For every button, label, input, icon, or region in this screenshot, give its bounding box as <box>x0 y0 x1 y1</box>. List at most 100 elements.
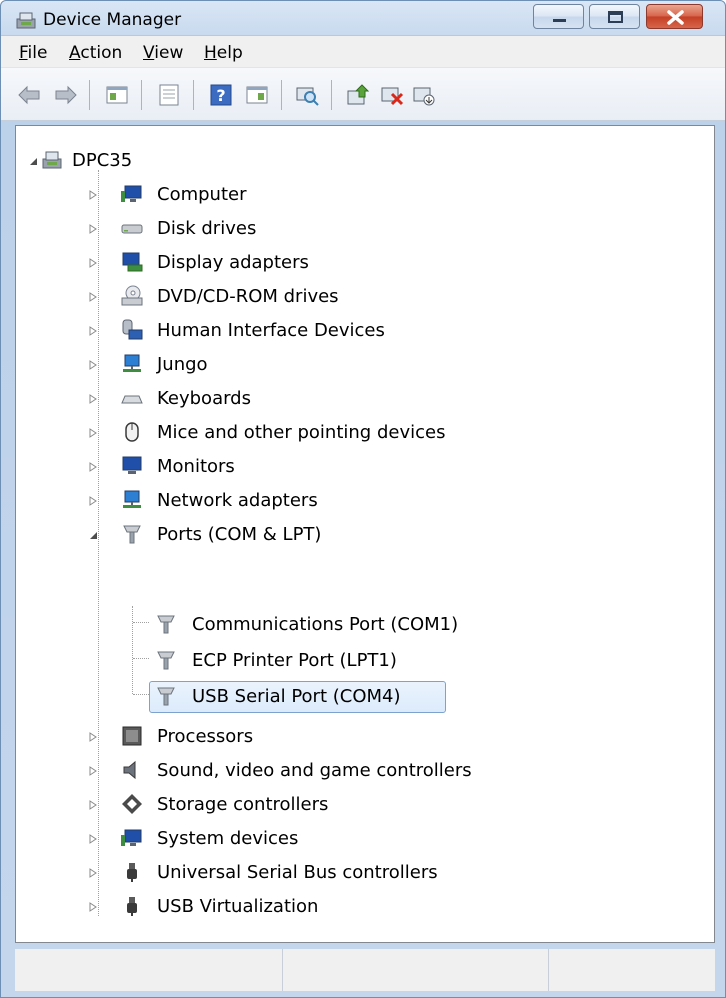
tree-root-label: DPC35 <box>72 150 133 171</box>
expand-arrow-icon[interactable] <box>88 800 98 810</box>
usb-plug-icon <box>127 897 137 916</box>
forward-icon[interactable] <box>53 82 79 108</box>
tree-item-label: Disk drives <box>157 218 257 239</box>
expand-arrow-icon[interactable] <box>88 496 98 506</box>
menu-help[interactable]: Help <box>204 43 243 63</box>
tree-item-keyboards[interactable]: Keyboards <box>16 382 706 416</box>
tree-item-label: Network adapters <box>157 490 318 511</box>
usb-plug-icon <box>127 863 137 882</box>
tree-item-label: Storage controllers <box>157 794 329 815</box>
speaker-icon <box>123 760 136 780</box>
tree-item-communications-port[interactable]: Communications Port (COM1) <box>16 608 706 642</box>
tree-item-dvd-cd-rom-drives[interactable]: DVD/CD-ROM drives <box>16 280 706 314</box>
status-bar <box>15 949 715 991</box>
svg-text:?: ? <box>216 86 225 105</box>
expand-arrow-icon[interactable] <box>88 732 98 742</box>
minimize-button[interactable] <box>533 4 584 29</box>
device-manager-icon <box>16 12 36 29</box>
processor-icon <box>122 726 142 746</box>
port-icon <box>157 687 175 706</box>
tree-item-label: USB Serial Port (COM4) <box>192 686 401 707</box>
computer-icon <box>121 185 142 202</box>
tree-item-mice[interactable]: Mice and other pointing devices <box>16 416 706 450</box>
keyboard-icon <box>121 395 143 404</box>
show-hide-console-tree-icon[interactable] <box>104 82 130 108</box>
tree-item-label: USB Virtualization <box>157 896 319 917</box>
tree-item-sound-video-game[interactable]: Sound, video and game controllers <box>16 754 706 788</box>
tree-item-jungo[interactable]: Jungo <box>16 348 706 382</box>
expand-arrow-icon[interactable] <box>88 292 98 302</box>
network-device-icon <box>123 354 141 372</box>
expand-arrow-icon[interactable] <box>88 834 98 844</box>
status-cell-2 <box>283 949 549 991</box>
expand-arrow-icon[interactable] <box>88 224 98 234</box>
device-manager-window: Device Manager File Action View Help ? D… <box>0 0 726 998</box>
tree-item-ports[interactable]: Ports (COM & LPT) <box>16 518 706 552</box>
tree-item-usb-virtualization[interactable]: USB Virtualization <box>16 890 706 924</box>
tree-item-system-devices[interactable]: System devices <box>16 822 706 856</box>
tree-item-usb-controllers[interactable]: Universal Serial Bus controllers <box>16 856 706 890</box>
expand-arrow-icon[interactable] <box>88 326 98 336</box>
tree-item-display-adapters[interactable]: Display adapters <box>16 246 706 280</box>
title-bar[interactable]: Device Manager <box>1 1 725 35</box>
back-icon[interactable] <box>16 82 42 108</box>
expand-arrow-icon[interactable] <box>88 902 98 912</box>
tree-item-label: Processors <box>157 726 254 747</box>
tree-item-usb-serial-port[interactable]: USB Serial Port (COM4) <box>16 680 706 714</box>
tree-item-human-interface-devices[interactable]: Human Interface Devices <box>16 314 706 348</box>
disk-drive-icon <box>121 224 143 234</box>
menu-file[interactable]: File <box>19 43 47 63</box>
expand-arrow-icon[interactable] <box>88 360 98 370</box>
collapse-arrow-icon[interactable] <box>28 156 38 166</box>
update-driver-icon[interactable] <box>345 82 371 108</box>
expand-arrow-icon[interactable] <box>88 868 98 878</box>
properties-icon[interactable] <box>156 82 182 108</box>
tree-item-processors[interactable]: Processors <box>16 720 706 754</box>
network-adapter-icon <box>123 490 141 508</box>
port-icon <box>123 525 141 544</box>
tree-item-computer[interactable]: Computer <box>16 178 706 212</box>
storage-controller-icon <box>122 794 142 814</box>
tree-item-label: Mice and other pointing devices <box>157 422 446 443</box>
hid-icon <box>122 319 143 340</box>
port-icon <box>157 651 175 670</box>
tree-item-network-adapters[interactable]: Network adapters <box>16 484 706 518</box>
scan-hardware-icon[interactable] <box>294 82 320 108</box>
expand-arrow-icon[interactable] <box>88 258 98 268</box>
dvd-drive-icon <box>121 285 143 306</box>
disable-icon[interactable] <box>411 82 437 108</box>
tree-item-disk-drives[interactable]: Disk drives <box>16 212 706 246</box>
tree-item-label: Jungo <box>157 354 208 375</box>
menu-action[interactable]: Action <box>69 43 122 63</box>
show-action-pane-icon[interactable] <box>244 82 270 108</box>
tree-root[interactable]: DPC35 <box>16 144 706 178</box>
tree-item-label: Ports (COM & LPT) <box>157 524 322 545</box>
menu-view[interactable]: View <box>143 43 183 63</box>
system-devices-icon <box>121 829 142 846</box>
collapse-arrow-icon[interactable] <box>88 530 98 540</box>
tree-item-label: Sound, video and game controllers <box>157 760 472 781</box>
uninstall-icon[interactable] <box>379 82 405 108</box>
expand-arrow-icon[interactable] <box>88 394 98 404</box>
help-icon[interactable]: ? <box>208 82 234 108</box>
tree-item-label: Computer <box>157 184 247 205</box>
tree-item-label: Universal Serial Bus controllers <box>157 862 438 883</box>
tree-item-label: Human Interface Devices <box>157 320 385 341</box>
expand-arrow-icon[interactable] <box>88 766 98 776</box>
close-button[interactable] <box>646 4 703 29</box>
tree-item-monitors[interactable]: Monitors <box>16 450 706 484</box>
status-cell-1 <box>15 949 283 991</box>
close-icon <box>667 10 684 25</box>
tree-item-label: ECP Printer Port (LPT1) <box>192 650 397 671</box>
tree-item-label: DVD/CD-ROM drives <box>157 286 339 307</box>
tree-item-ecp-printer-port[interactable]: ECP Printer Port (LPT1) <box>16 644 706 678</box>
monitor-icon <box>122 456 142 474</box>
expand-arrow-icon[interactable] <box>88 190 98 200</box>
expand-arrow-icon[interactable] <box>88 428 98 438</box>
tree-item-storage-controllers[interactable]: Storage controllers <box>16 788 706 822</box>
maximize-button[interactable] <box>589 4 640 29</box>
tree-item-label: Display adapters <box>157 252 309 273</box>
expand-arrow-icon[interactable] <box>88 462 98 472</box>
device-tree[interactable]: DPC35 Computer Disk drives Display adapt… <box>15 125 715 943</box>
port-icon <box>157 615 175 634</box>
